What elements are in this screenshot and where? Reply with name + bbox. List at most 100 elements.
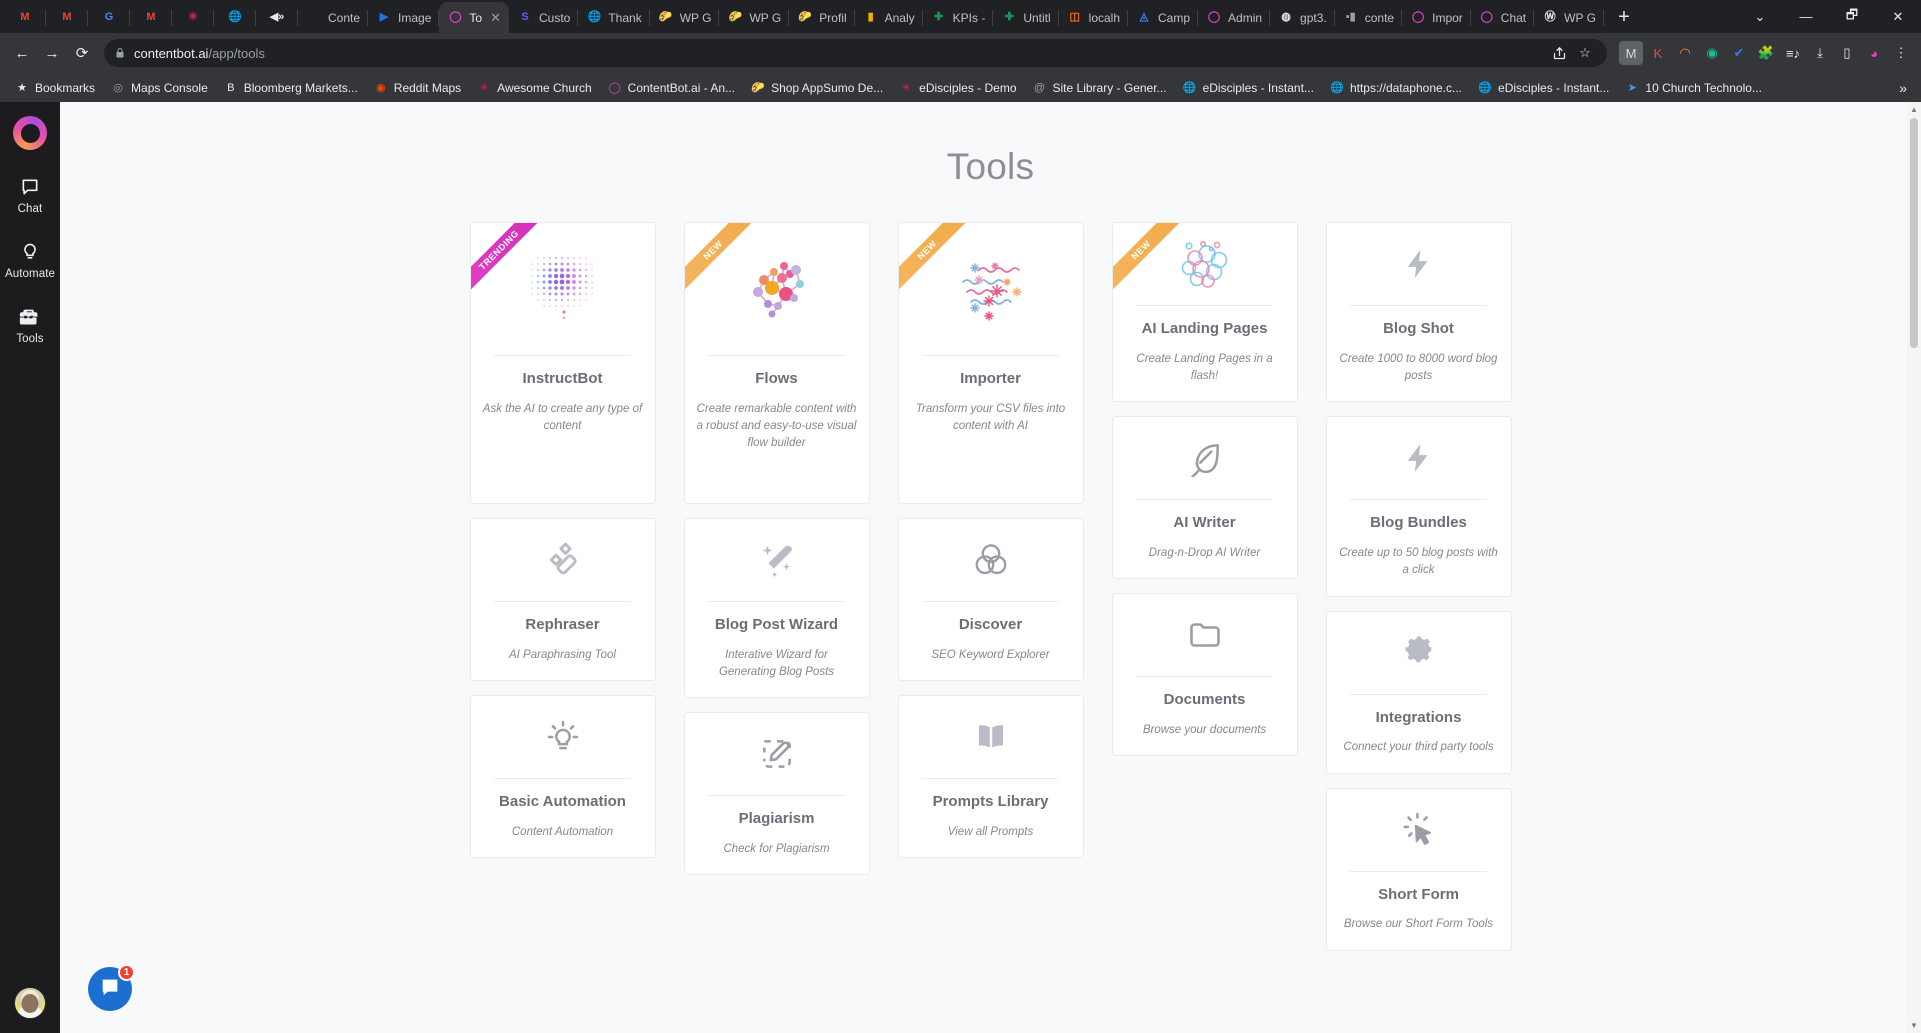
reading-list-icon[interactable]: ≡♪ (1781, 41, 1805, 65)
maximize-button[interactable]: 🗗 (1829, 0, 1875, 33)
scroll-up-arrow[interactable]: ▲ (1910, 105, 1918, 114)
bookmark-item-8[interactable]: @ Site Library - Gener... (1026, 78, 1174, 98)
browser-tab-15[interactable]: ▪▮ conte (1335, 2, 1403, 33)
browser-tab-12[interactable]: ◬ Camp (1128, 2, 1199, 33)
close-window-button[interactable]: ✕ (1875, 0, 1921, 33)
sparkle-wand-icon (697, 519, 857, 601)
reddit-icon: ◉ (375, 82, 386, 94)
page-viewport: Chat Automate Tools Tools TRENDING Instru… (0, 102, 1921, 1033)
pinned-tab-3[interactable]: M (130, 2, 172, 33)
browser-tab-5[interactable]: 🌮 WP G (650, 2, 720, 33)
pinned-tab-6[interactable]: ◀» (256, 2, 298, 33)
back-icon[interactable]: ← (8, 39, 36, 67)
scroll-down-arrow[interactable]: ▼ (1910, 1021, 1918, 1030)
sidebar-item-tools[interactable]: Tools (16, 306, 44, 345)
bookmark-item-6[interactable]: 🌮 Shop AppSumo De... (744, 78, 890, 98)
pinned-tab-2[interactable]: G (88, 2, 130, 33)
pinned-tab-0[interactable]: M (4, 2, 46, 33)
bookmark-item-10[interactable]: 🌐 https://dataphone.c... (1323, 78, 1469, 98)
bookmark-item-4[interactable]: ✳ Awesome Church (470, 78, 599, 98)
browser-tab-0[interactable]: Conte (298, 2, 369, 33)
tool-card-blog-post-wizard[interactable]: Blog Post Wizard Interative Wizard for Ge… (683, 518, 870, 699)
browser-tab-9[interactable]: ✚ KPIs - (923, 2, 994, 33)
bookmark-item-9[interactable]: 🌐 eDisciples - Instant... (1176, 78, 1321, 98)
chrome-menu-icon[interactable]: ⋮ (1889, 41, 1913, 65)
browser-tab-17[interactable]: ◯ Chat (1471, 2, 1535, 33)
tool-card-discover[interactable]: Discover SEO Keyword Explorer (897, 518, 1084, 681)
browser-tab-3[interactable]: S Custo (509, 2, 579, 33)
tool-card-basic-automation[interactable]: Basic Automation Content Automation (469, 695, 656, 858)
minimize-button[interactable]: — (1783, 0, 1829, 33)
browser-tab-11[interactable]: ◫ localh (1059, 2, 1129, 33)
extensions-puzzle-icon[interactable]: 🧩 (1754, 41, 1778, 65)
bookmarks-overflow-icon[interactable]: » (1893, 80, 1913, 96)
user-avatar[interactable] (14, 987, 46, 1019)
browser-tab-8[interactable]: ▮ Analy (855, 2, 923, 33)
tools-column-0: TRENDING InstructBot Ask the AI to create … (469, 222, 656, 858)
tool-card-ai-writer[interactable]: AI Writer Drag-n-Drop AI Writer (1111, 416, 1298, 580)
toolbox-icon (19, 306, 41, 328)
pinned-tab-4[interactable]: ✳ (172, 2, 214, 33)
tool-card-prompts-library[interactable]: Prompts Library View all Prompts (897, 695, 1084, 858)
k-extension-icon[interactable]: K (1646, 41, 1670, 65)
address-bar[interactable]: contentbot.ai/app/tools ☆ (104, 39, 1607, 67)
pinned-tab-5[interactable]: 🌐 (214, 2, 256, 33)
browser-tab-7[interactable]: 🌮 Profil (789, 2, 855, 33)
browser-tab-10[interactable]: ✚ Untitl (993, 2, 1059, 33)
check-extension-icon[interactable]: ✔ (1727, 41, 1751, 65)
bookmark-label: 10 Church Technolo... (1645, 80, 1762, 95)
tool-card-instructbot[interactable]: TRENDING InstructBot Ask the AI to create … (469, 222, 656, 504)
page-scrollbar[interactable]: ▲ ▼ (1907, 102, 1921, 1033)
gmail-extension-icon[interactable]: M (1619, 41, 1643, 65)
tool-card-blog-shot[interactable]: Blog Shot Create 1000 to 8000 word blog p… (1325, 222, 1512, 403)
bookmark-item-7[interactable]: ✳ eDisciples - Demo (892, 78, 1023, 98)
bookmark-item-2[interactable]: B Bloomberg Markets... (217, 78, 365, 98)
contentbot-logo[interactable] (13, 116, 47, 150)
scrollbar-thumb[interactable] (1910, 118, 1918, 348)
browser-tab-6[interactable]: 🌮 WP G (719, 2, 790, 33)
tool-card-plagiarism[interactable]: Plagiarism Check for Plagiarism (683, 712, 870, 876)
browser-tab-14[interactable]: ◍ gpt3. (1270, 2, 1335, 33)
bookmark-item-3[interactable]: ◉ Reddit Maps (367, 78, 468, 98)
page-title: Tools (946, 146, 1035, 187)
sidepanel-icon[interactable]: ▯ (1835, 41, 1859, 65)
bookmark-item-11[interactable]: 🌐 eDisciples - Instant... (1471, 78, 1616, 98)
tool-card-short-form[interactable]: Short Form Browse our Short Form Tools (1325, 787, 1512, 951)
tool-card-flows[interactable]: NEW Flows Create remarkable content with a… (683, 222, 870, 504)
pinned-tab-1[interactable]: M (46, 2, 88, 33)
grammarly-extension-icon[interactable]: ◉ (1700, 41, 1724, 65)
bookmark-item-0[interactable]: ★ Bookmarks (8, 78, 102, 98)
browser-tab-4[interactable]: 🌐 Thank (578, 2, 650, 33)
bookmark-label: Maps Console (131, 80, 208, 95)
intercom-launcher[interactable]: 1 (88, 964, 135, 1011)
reload-icon[interactable]: ⟳ (68, 39, 96, 67)
sidebar-item-automate[interactable]: Automate (5, 241, 55, 280)
forward-icon[interactable]: → (38, 39, 66, 67)
browser-tab-2[interactable]: ◯ To ✕ (439, 2, 509, 33)
bookmark-item-5[interactable]: ◯ ContentBot.ai - An... (601, 78, 742, 98)
share-icon[interactable] (1547, 41, 1571, 65)
downloads-icon[interactable]: ⤓ (1808, 41, 1832, 65)
browser-tab-13[interactable]: ◯ Admin (1198, 2, 1271, 33)
browser-tab-16[interactable]: ◯ Impor (1402, 2, 1471, 33)
bookmark-star-icon[interactable]: ☆ (1573, 41, 1597, 65)
tab-title: Impor (1432, 10, 1463, 25)
tab-search-button[interactable]: ⌄ (1737, 0, 1783, 33)
tool-card-documents[interactable]: Documents Browse your documents (1111, 593, 1298, 757)
browser-tab-1[interactable]: ▶ Image (368, 2, 440, 33)
sidebar-item-chat[interactable]: Chat (18, 176, 43, 215)
sidebar-item-label: Automate (4, 268, 56, 280)
close-tab-icon[interactable]: ✕ (490, 10, 501, 26)
bookmark-item-12[interactable]: ➤ 10 Church Technolo... (1618, 78, 1769, 98)
tool-card-blog-bundles[interactable]: Blog Bundles Create up to 50 blog posts w… (1325, 416, 1512, 597)
new-tab-button[interactable]: + (1610, 3, 1638, 31)
tool-card-ai-landing-pages[interactable]: NEW AI Landing Pages Create Landing Pages … (1111, 222, 1298, 403)
bookmark-item-1[interactable]: ◎ Maps Console (104, 78, 215, 98)
profile-avatar-icon[interactable]: ◕ (1862, 41, 1886, 65)
slack-icon: ✳ (479, 82, 489, 94)
tool-card-rephraser[interactable]: Rephraser AI Paraphrasing Tool (469, 518, 656, 681)
browser-tab-18[interactable]: Ⓦ WP G (1534, 2, 1604, 33)
tool-card-integrations[interactable]: Integrations Connect your third party too… (1325, 610, 1512, 774)
honey-extension-icon[interactable]: ◠ (1673, 41, 1697, 65)
tool-card-importer[interactable]: NEW Importer Transform your CSV files into… (897, 222, 1084, 504)
